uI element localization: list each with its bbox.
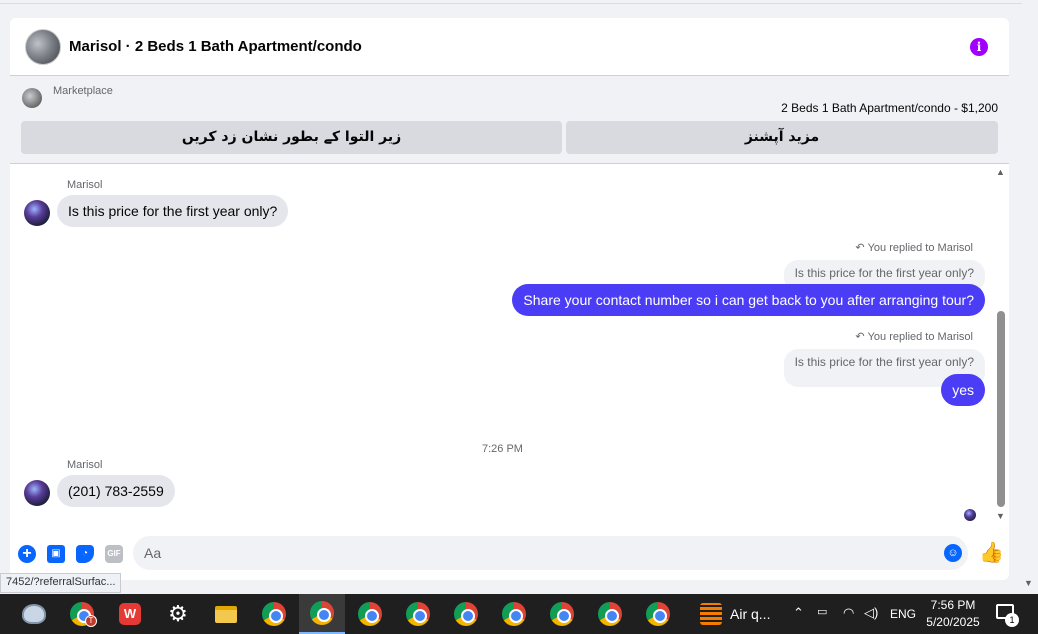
paint-app-icon[interactable]: [11, 594, 57, 634]
plus-icon[interactable]: +: [18, 545, 36, 563]
chrome-icon[interactable]: [491, 594, 537, 634]
incoming-message[interactable]: (201) 783-2559: [57, 475, 175, 507]
wps-office-icon[interactable]: W: [107, 594, 153, 634]
wifi-icon[interactable]: ◠: [843, 605, 854, 621]
sender-name: Marisol: [67, 179, 103, 191]
taskbar: T W ⚙ Air q... ⌃ ▭ ◠ ◁) ENG 7:56 PM 5/20…: [0, 594, 1038, 634]
reply-icon: ↶: [855, 331, 865, 343]
message-timestamp: 7:26 PM: [482, 443, 523, 455]
page-scroll-down-icon[interactable]: ▼: [1024, 578, 1033, 588]
chrome-profile-badge: T: [85, 615, 97, 627]
settings-gear-icon[interactable]: ⚙: [155, 594, 201, 634]
sender-avatar[interactable]: [24, 480, 50, 506]
scroll-up-arrow-icon[interactable]: ▲: [996, 167, 1005, 177]
air-quality-label[interactable]: Air q...: [730, 606, 770, 622]
chrome-profile-icon[interactable]: T: [59, 594, 105, 634]
listing-avatar[interactable]: [25, 28, 61, 65]
message-composer: + ▣ ◔ GIF ☺ 👍: [10, 536, 1009, 576]
chat-header: Marisol · 2 Beds 1 Bath Apartment/condo …: [10, 18, 1009, 76]
chrome-icon[interactable]: [395, 594, 441, 634]
reply-note-text: You replied to Marisol: [867, 331, 973, 343]
sticker-icon[interactable]: ◔: [76, 545, 94, 563]
sender-avatar[interactable]: [24, 200, 50, 226]
chrome-icon[interactable]: [587, 594, 633, 634]
reply-note: ↶ You replied to Marisol: [855, 330, 973, 343]
system-clock[interactable]: 7:56 PM 5/20/2025: [920, 597, 986, 631]
clock-date: 5/20/2025: [926, 615, 980, 629]
chrome-icon[interactable]: [539, 594, 585, 634]
chat-window: Marisol · 2 Beds 1 Bath Apartment/condo …: [10, 18, 1009, 580]
chrome-icon[interactable]: [251, 594, 297, 634]
sender-name: Marisol: [67, 459, 103, 471]
listing-summary[interactable]: 2 Beds 1 Bath Apartment/condo - $1,200: [781, 101, 998, 115]
chrome-icon[interactable]: [635, 594, 681, 634]
browser-top-strip: [0, 0, 1022, 4]
notification-count-badge: 1: [1005, 613, 1019, 627]
outgoing-message[interactable]: Share your contact number so i can get b…: [512, 284, 985, 316]
outgoing-message[interactable]: yes: [941, 374, 985, 406]
reply-icon: ↶: [855, 242, 865, 254]
language-indicator[interactable]: ENG: [890, 607, 916, 621]
thumbs-up-icon[interactable]: 👍: [979, 540, 1004, 565]
clock-time: 7:56 PM: [930, 598, 976, 612]
message-thread: Marisol Is this price for the first year…: [10, 165, 1009, 533]
info-icon[interactable]: i: [970, 38, 988, 56]
scroll-down-arrow-icon[interactable]: ▼: [996, 511, 1005, 521]
chrome-icon[interactable]: [443, 594, 489, 634]
incoming-message[interactable]: Is this price for the first year only?: [57, 195, 289, 227]
air-quality-icon[interactable]: [700, 603, 722, 625]
mark-pending-button[interactable]: زیر التوا کے بطور نشان زد کریں: [21, 121, 562, 154]
more-options-button[interactable]: مزید آپشنز: [566, 121, 998, 154]
volume-icon[interactable]: ◁): [864, 605, 878, 621]
status-bar-url: 7452/?referralSurfac...: [0, 573, 122, 593]
chrome-icon-active[interactable]: [299, 594, 345, 634]
chat-title[interactable]: Marisol · 2 Beds 1 Bath Apartment/condo: [69, 38, 362, 55]
battery-icon[interactable]: ▭: [817, 605, 827, 618]
reply-note: ↶ You replied to Marisol: [855, 241, 973, 254]
file-explorer-icon[interactable]: [203, 594, 249, 634]
seen-indicator-avatar: [964, 509, 976, 521]
gif-icon[interactable]: GIF: [105, 545, 123, 563]
chevron-up-icon[interactable]: ⌃: [793, 605, 804, 621]
emoji-icon[interactable]: ☺: [944, 544, 962, 562]
chrome-icon[interactable]: [347, 594, 393, 634]
marketplace-panel: Marketplace 2 Beds 1 Bath Apartment/cond…: [10, 76, 1009, 164]
marketplace-avatar: [22, 88, 42, 108]
message-input[interactable]: [133, 536, 968, 570]
marketplace-label: Marketplace: [53, 85, 113, 97]
image-icon[interactable]: ▣: [47, 545, 65, 563]
reply-note-text: You replied to Marisol: [867, 242, 973, 254]
scrollbar-thumb[interactable]: [997, 311, 1005, 507]
